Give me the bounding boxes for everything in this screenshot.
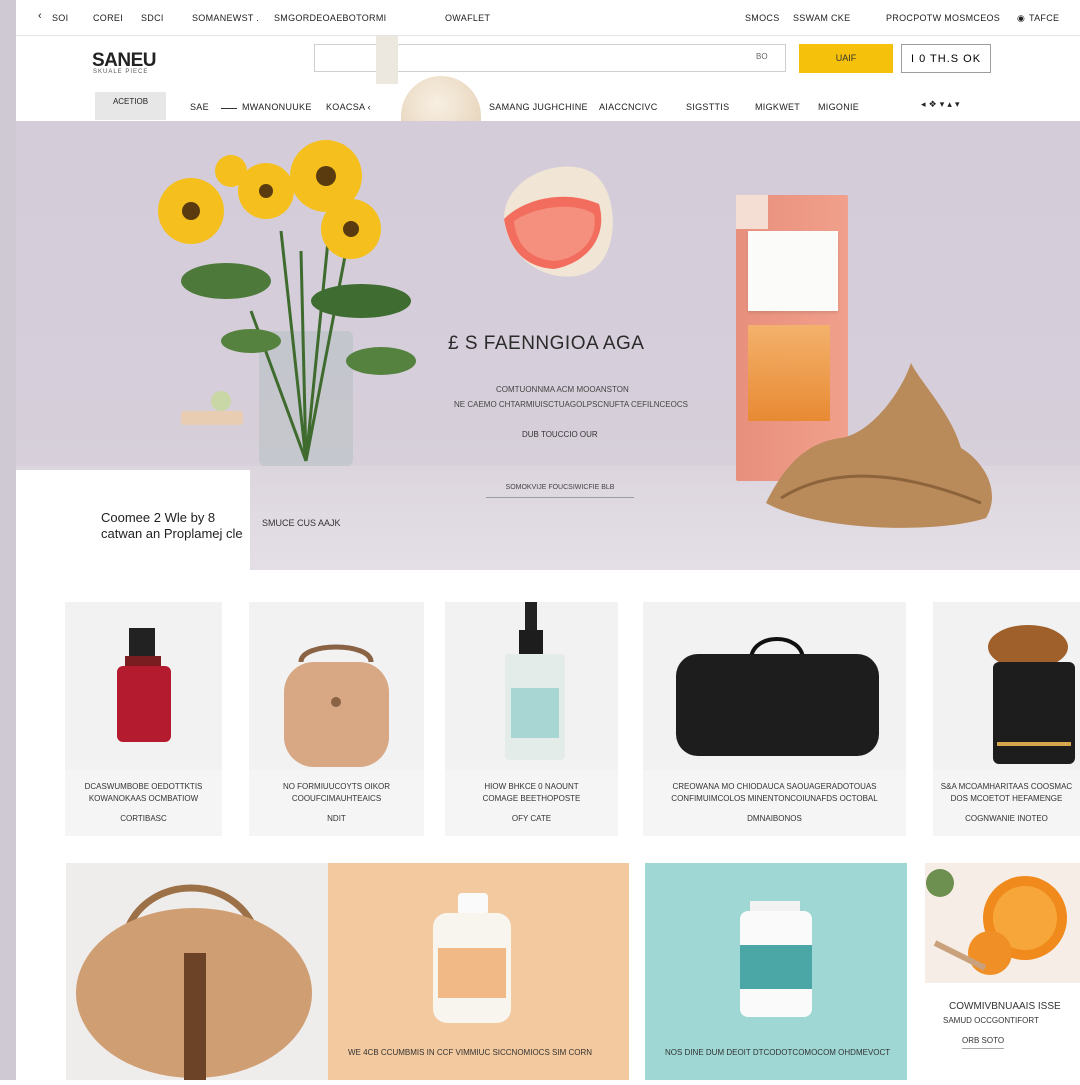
product-subtitle: CONFIMUIMCOLOS MINENTONCOIUNAFDS OCTOBAL bbox=[671, 794, 878, 803]
promo-heading-line-1: Coomee 2 Wle by 8 bbox=[101, 510, 216, 525]
straw-hat-image bbox=[766, 363, 992, 528]
topbar-link-1[interactable]: SOI bbox=[52, 13, 68, 23]
hero-banner: £ S FAENNGIOA AGA COMTUONNMA ACM MOOANST… bbox=[16, 121, 1080, 570]
hero-title: £ S FAENNGIOA AGA bbox=[448, 333, 645, 354]
product-image bbox=[249, 602, 424, 770]
account-button[interactable]: I 0 TH.S OK bbox=[901, 44, 991, 73]
product-card[interactable]: DCASWUMBOBE OEDOTTKTIS KOWANOKAAS OCMBAT… bbox=[65, 602, 222, 836]
product-title: HIOW BHKCE 0 NAOUNT bbox=[484, 782, 579, 791]
topbar-right-link-4[interactable]: TAFCE bbox=[1029, 13, 1059, 23]
primary-action-button[interactable]: UAIF bbox=[799, 44, 893, 73]
banner-subtitle: SAMUD OCCGONTIFORT bbox=[943, 1016, 1039, 1025]
hero-cta-link[interactable]: DUB TOUCCIO OUR bbox=[522, 430, 598, 439]
orange-image-panel bbox=[925, 863, 1080, 983]
product-card[interactable]: CREOWANА MO CHIODAUCA SAOUAGERADOTOUAS C… bbox=[643, 602, 906, 836]
product-price: CORTIBASC bbox=[120, 814, 167, 823]
nav-item-6[interactable]: SIGSTTIS bbox=[686, 102, 729, 112]
basket-image-panel bbox=[66, 863, 328, 1080]
nav-item-2[interactable]: MWANONUUKE bbox=[242, 102, 312, 112]
flower-vase-image bbox=[158, 140, 416, 466]
product-subtitle: COOUFCIMAUHTEAICS bbox=[291, 794, 382, 803]
topbar-right-link-1[interactable]: SMOCS bbox=[745, 13, 780, 23]
back-icon[interactable]: ‹ bbox=[38, 10, 42, 22]
product-subtitle: COMAGE BEETHOPOSTE bbox=[482, 794, 581, 803]
product-price: OFY CATE bbox=[511, 814, 552, 823]
nav-item-4[interactable]: SAMANG JUGHCHINE bbox=[489, 102, 588, 112]
promo-heading-line-2: catwan an Proplamej cle bbox=[101, 526, 243, 541]
product-image bbox=[445, 602, 618, 770]
top-utility-bar: ‹ SOI COREI SDCI SOMANEWST . SMGORDEOAEB… bbox=[16, 0, 1080, 36]
product-title: S&A MCOAMHARITAAS COOSMAC bbox=[940, 782, 1073, 791]
promo-link[interactable]: SMUCE CUS AAJK bbox=[262, 518, 341, 528]
topbar-right-link-2[interactable]: SSWAM CKE bbox=[793, 13, 850, 23]
product-image bbox=[65, 602, 222, 770]
main-nav: ACETIOB SAE MWANONUUKE KOACSA ‹ SAMANG J… bbox=[16, 92, 1080, 120]
decorative-panel bbox=[376, 36, 398, 84]
hero-subtitle-2: NE CAEMO CHTARMIUISCTUAGOLPSCNUFTA CEFIL… bbox=[454, 400, 688, 409]
product-card[interactable]: HIOW BHKCE 0 NAOUNT COMAGE BEETHOPOSTE O… bbox=[445, 602, 618, 836]
banner-link[interactable]: ORB SOTO bbox=[962, 1036, 1005, 1049]
hero-shop-link[interactable]: SOMOKVIJE FOUCSIWICFIE BLB bbox=[486, 484, 634, 498]
feature-banner[interactable]: WE 4CB CCUMBMIS IN CCF VIMMIUC SICCNOMIO… bbox=[66, 863, 629, 1080]
feature-banner[interactable]: NOS DINE DUM DEOIT DTCODOTCOMOCOM OHDMEV… bbox=[645, 863, 907, 1080]
product-title: DCASWUMBOBE OEDOTTKTIS bbox=[84, 782, 203, 791]
product-price: DMNAIBONOS bbox=[747, 814, 802, 823]
product-price: NDIT bbox=[327, 814, 346, 823]
banner-title: COWMIVBNUAAIS ISSE bbox=[949, 1001, 1061, 1012]
hero-subtitle-1: COMTUONNMA ACM MOOANSTON bbox=[496, 385, 629, 394]
product-subtitle: KOWANOKAAS OCMBATIOW bbox=[88, 794, 199, 803]
product-price: COGNWANIE INOTEO bbox=[965, 814, 1048, 823]
feature-banner[interactable]: COWMIVBNUAAIS ISSE SAMUD OCCGONTIFORT OR… bbox=[925, 863, 1080, 1080]
topbar-right-link-3[interactable]: PROCPOTW MOSMCEOS bbox=[886, 13, 1000, 23]
nav-tab-active[interactable]: ACETIOB bbox=[95, 92, 166, 120]
globe-icon[interactable]: ◉ bbox=[1017, 13, 1025, 24]
product-subtitle: DOS MCOETOT HEFAMENGE bbox=[950, 794, 1063, 803]
topbar-link-2[interactable]: COREI bbox=[93, 13, 123, 23]
nav-item-5[interactable]: AIACCNCIVC bbox=[599, 102, 658, 112]
banner-caption: NOS DINE DUM DEOIT DTCODOTCOMOCOM OHDMEV… bbox=[665, 1048, 891, 1057]
grapefruit-image bbox=[504, 166, 613, 277]
product-card[interactable]: S&A MCOAMHARITAAS COOSMAC DOS MCOETOT HE… bbox=[933, 602, 1080, 836]
page: ‹ SOI COREI SDCI SOMANEWST . SMGORDEOAEB… bbox=[0, 0, 1080, 1080]
product-title: CREOWANА MO CHIODAUCA SAOUAGERADOTOUAS bbox=[672, 782, 877, 791]
nav-icons[interactable]: ◂ ❖ ▾ ▴ ▾ bbox=[921, 99, 960, 110]
window-edge bbox=[0, 0, 16, 1080]
search-button[interactable]: BO bbox=[756, 52, 768, 61]
topbar-center-link[interactable]: OWAFLET bbox=[445, 13, 490, 23]
product-image bbox=[643, 602, 906, 770]
nav-item-3[interactable]: KOACSA ‹ bbox=[326, 102, 371, 112]
product-title: NO FORMIUUCOYTS OIKOR bbox=[282, 782, 391, 791]
topbar-link-5[interactable]: SMGORDEOAEBOTORMI bbox=[274, 13, 386, 23]
nav-item-1[interactable]: SAE bbox=[190, 102, 209, 112]
nav-item-7[interactable]: MIGKWET bbox=[755, 102, 800, 112]
nav-item-8[interactable]: MIGONIE bbox=[818, 102, 859, 112]
topbar-link-4[interactable]: SOMANEWST . bbox=[192, 13, 259, 23]
logo-tagline: SKUALE PIECE bbox=[93, 69, 149, 75]
topbar-link-3[interactable]: SDCI bbox=[141, 13, 164, 23]
product-card[interactable]: NO FORMIUUCOYTS OIKOR COOUFCIMAUHTEAICS … bbox=[249, 602, 424, 836]
product-image bbox=[933, 602, 1080, 770]
banner-caption: WE 4CB CCUMBMIS IN CCF VIMMIUC SICCNOMIO… bbox=[348, 1048, 593, 1057]
